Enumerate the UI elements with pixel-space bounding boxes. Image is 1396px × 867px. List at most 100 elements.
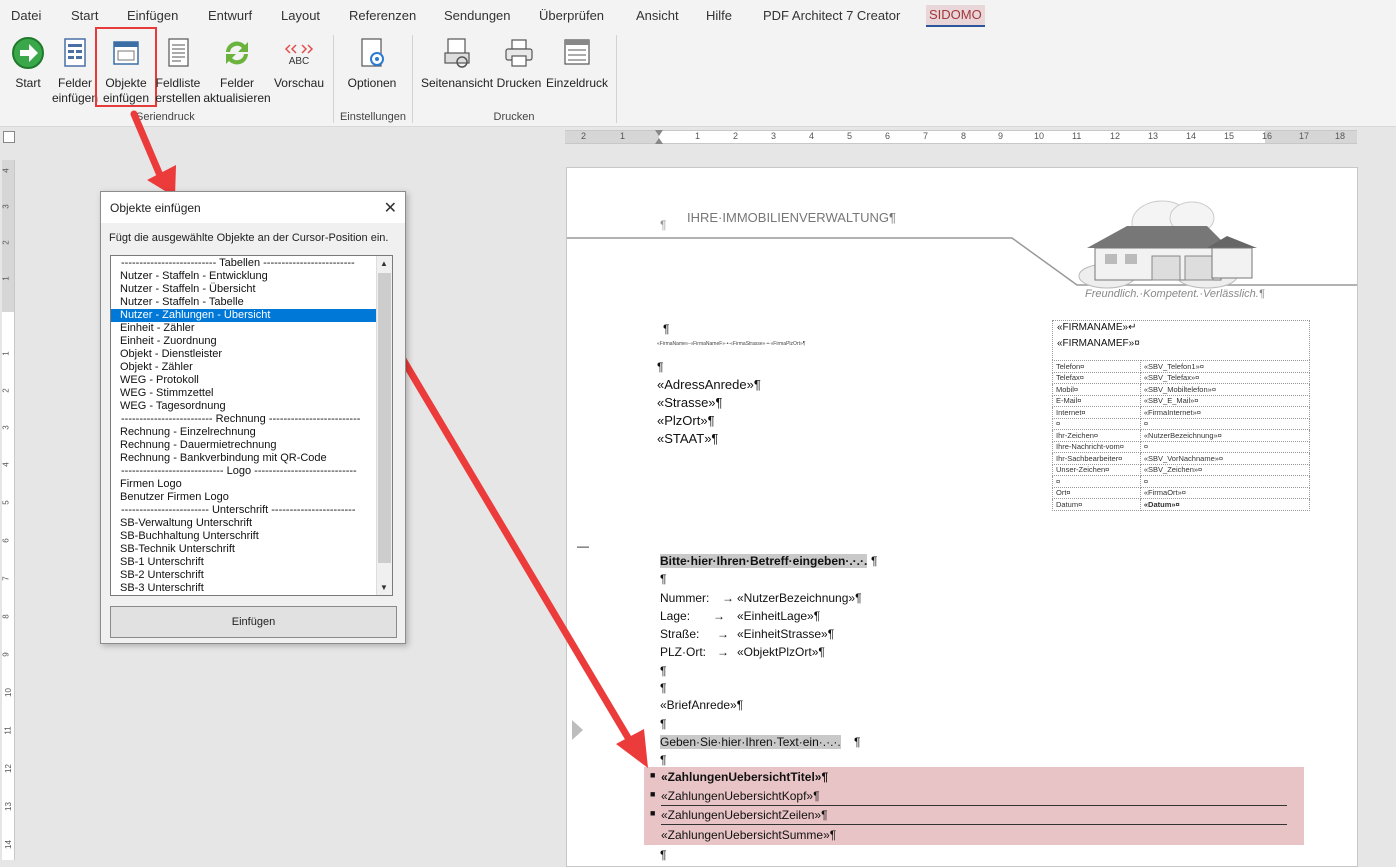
info-value[interactable]: «SBV_Zeichen»¤ (1139, 463, 1311, 476)
list-item[interactable]: SB-1 Unterschrift (111, 556, 392, 569)
collapse-arrow-icon[interactable] (572, 720, 583, 740)
tab-referenzen[interactable]: Referenzen (349, 8, 416, 23)
preview-button[interactable]: ABC Vorschau (272, 34, 326, 91)
field-value[interactable]: «EinheitStrasse»¶ (737, 627, 834, 641)
info-value[interactable]: «FirmaOrt»¤ (1139, 486, 1311, 499)
list-item[interactable]: Objekt - Dienstleister (111, 348, 392, 361)
list-item[interactable]: SB-2 Unterschrift (111, 569, 392, 582)
info-label[interactable]: Internet¤ (1052, 406, 1141, 419)
first-line-indent-marker[interactable] (655, 130, 663, 136)
insert-button[interactable]: Einfügen (110, 606, 397, 638)
tab-ansicht[interactable]: Ansicht (636, 8, 679, 23)
page-view-button[interactable]: Seitenansicht (421, 34, 493, 91)
info-value[interactable]: «FirmaInternet»¤ (1139, 406, 1311, 419)
subject-placeholder[interactable]: Bitte·hier·Ihren·Betreff·eingeben·.·.·. (660, 554, 868, 568)
hanging-indent-marker[interactable] (655, 138, 663, 144)
info-value[interactable]: «NutzerBezeichnung»¤ (1139, 429, 1311, 442)
dialog-titlebar[interactable]: Objekte einfügen ✕ (101, 192, 405, 223)
info-label[interactable]: Ihre-Nachricht-vom¤ (1052, 440, 1141, 453)
info-value[interactable]: «SBV_Telefax»¤ (1139, 371, 1311, 384)
list-item[interactable]: Objekt - Zähler (111, 361, 392, 374)
list-item[interactable]: SB-Verwaltung Unterschrift (111, 517, 392, 530)
field-list-button[interactable]: Feldliste erstellen (154, 34, 202, 106)
field-value[interactable]: «NutzerBezeichnung»¶ (737, 591, 862, 605)
list-section-header[interactable]: ------------------------- Rechnung -----… (111, 413, 392, 426)
vertical-ruler[interactable]: 4 3 2 1 1 2 3 4 5 6 7 8 9 10 11 12 13 14 (2, 160, 15, 860)
address-line[interactable]: «AdressAnrede»¶ (657, 377, 761, 392)
info-label[interactable]: Telefon¤ (1052, 360, 1141, 373)
insert-objects-button[interactable]: Objekte einfügen (95, 27, 157, 107)
info-value[interactable]: «SBV_Telefon1»¤ (1139, 360, 1311, 373)
info-label[interactable]: Datum¤ (1052, 498, 1141, 511)
info-value[interactable]: «SBV_VorNachname»¤ (1139, 452, 1311, 465)
info-label[interactable]: E-Mail¤ (1052, 394, 1141, 407)
list-item[interactable]: SB-Buchhaltung Unterschrift (111, 530, 392, 543)
address-line[interactable]: «STAAT»¶ (657, 431, 718, 446)
firm-name[interactable]: «FIRMANAME»↵ (1057, 322, 1137, 333)
tab-ueberpruefen[interactable]: Überprüfen (539, 8, 604, 23)
merge-field-title[interactable]: «ZahlungenUebersichtTitel»¶ (661, 770, 828, 784)
info-label[interactable]: Telefax¤ (1052, 371, 1141, 384)
tab-pdf-architect[interactable]: PDF Architect 7 Creator (763, 8, 900, 23)
list-item[interactable]: Nutzer - Zahlungen - Übersicht (111, 309, 392, 322)
salutation-field[interactable]: «BriefAnrede»¶ (660, 698, 743, 712)
info-value[interactable]: ¤ (1139, 417, 1311, 430)
tab-sendungen[interactable]: Sendungen (444, 8, 511, 23)
info-label[interactable]: ¤ (1052, 475, 1141, 488)
objects-listbox[interactable]: -------------------------- Tabellen ----… (110, 255, 393, 596)
tab-layout[interactable]: Layout (281, 8, 320, 23)
info-label[interactable]: Mobil¤ (1052, 383, 1141, 396)
list-item[interactable]: Einheit - Zähler (111, 322, 392, 335)
list-section-header[interactable]: ---------------------------- Logo ------… (111, 465, 392, 478)
tab-entwurf[interactable]: Entwurf (208, 8, 252, 23)
tab-sidomo[interactable]: SIDOMO (926, 5, 985, 27)
listbox-scrollbar[interactable]: ▲ ▼ (376, 256, 392, 595)
list-item[interactable]: Rechnung - Einzelrechnung (111, 426, 392, 439)
field-value[interactable]: «EinheitLage»¶ (737, 609, 820, 623)
merge-field-sum[interactable]: «ZahlungenUebersichtSumme»¶ (661, 828, 836, 842)
list-item[interactable]: Nutzer - Staffeln - Übersicht (111, 283, 392, 296)
address-line[interactable]: «Strasse»¶ (657, 395, 723, 410)
tab-hilfe[interactable]: Hilfe (706, 8, 732, 23)
print-button[interactable]: Drucken (494, 34, 544, 91)
info-value[interactable]: ¤ (1139, 440, 1311, 453)
info-label[interactable]: Ihr-Zeichen¤ (1052, 429, 1141, 442)
scroll-up-icon[interactable]: ▲ (380, 259, 388, 268)
list-item[interactable]: Benutzer Firmen Logo (111, 491, 392, 504)
info-value[interactable]: «SBV_E_Mail»¤ (1139, 394, 1311, 407)
scroll-thumb[interactable] (378, 273, 391, 563)
info-value[interactable]: «SBV_Mobiltelefon»¤ (1139, 383, 1311, 396)
list-item[interactable]: Rechnung - Bankverbindung mit QR-Code (111, 452, 392, 465)
list-item[interactable]: SB-Technik Unterschrift (111, 543, 392, 556)
tab-einfuegen[interactable]: Einfügen (127, 8, 178, 23)
info-label[interactable]: ¤ (1052, 417, 1141, 430)
list-item[interactable]: Nutzer - Staffeln - Tabelle (111, 296, 392, 309)
list-item[interactable]: Nutzer - Staffeln - Entwicklung (111, 270, 392, 283)
info-value[interactable]: «Datum»¤ (1139, 498, 1311, 511)
sender-line[interactable]: «FirmaName»·«FirmaNameF»·•·«FirmaStrasse… (657, 341, 805, 347)
tab-start[interactable]: Start (71, 8, 98, 23)
tab-stop-selector[interactable] (3, 131, 15, 143)
insert-objects-dialog[interactable]: Objekte einfügen ✕ Fügt die ausgewählte … (100, 191, 406, 644)
body-text-placeholder[interactable]: Geben·Sie·hier·Ihren·Text·ein·.·.·. (660, 735, 841, 749)
list-item[interactable]: Rechnung - Dauermietrechnung (111, 439, 392, 452)
insert-fields-button[interactable]: Felder einfügen (51, 34, 99, 106)
info-label[interactable]: Unser-Zeichen¤ (1052, 463, 1141, 476)
refresh-fields-button[interactable]: Felder aktualisieren (203, 34, 271, 106)
merge-field-rows[interactable]: «ZahlungenUebersichtZeilen»¶ (661, 808, 828, 822)
info-label[interactable]: Ort¤ (1052, 486, 1141, 499)
single-print-button[interactable]: Einzeldruck (545, 34, 609, 91)
horizontal-ruler[interactable]: 2 1 1 2 3 4 5 6 7 8 9 10 11 12 13 14 15 … (565, 130, 1357, 144)
list-item[interactable]: WEG - Tagesordnung (111, 400, 392, 413)
address-line[interactable]: «PlzOrt»¶ (657, 413, 715, 428)
close-icon[interactable]: ✕ (384, 198, 397, 218)
list-item[interactable]: WEG - Stimmzettel (111, 387, 392, 400)
info-value[interactable]: ¤ (1139, 475, 1311, 488)
list-item[interactable]: SB-3 Unterschrift (111, 582, 392, 595)
document-page[interactable]: ¶ IHRE·IMMOBILIENVERWALTUNG¶ Freundlich.… (566, 167, 1358, 867)
list-item[interactable]: WEG - Protokoll (111, 374, 392, 387)
inserted-object-highlight[interactable]: ■ «ZahlungenUebersichtTitel»¶ ■ «Zahlung… (644, 767, 1304, 845)
list-section-header[interactable]: -------------------------- Tabellen ----… (111, 257, 392, 270)
header-title[interactable]: IHRE·IMMOBILIENVERWALTUNG¶ (687, 210, 896, 225)
scroll-down-icon[interactable]: ▼ (380, 583, 388, 592)
